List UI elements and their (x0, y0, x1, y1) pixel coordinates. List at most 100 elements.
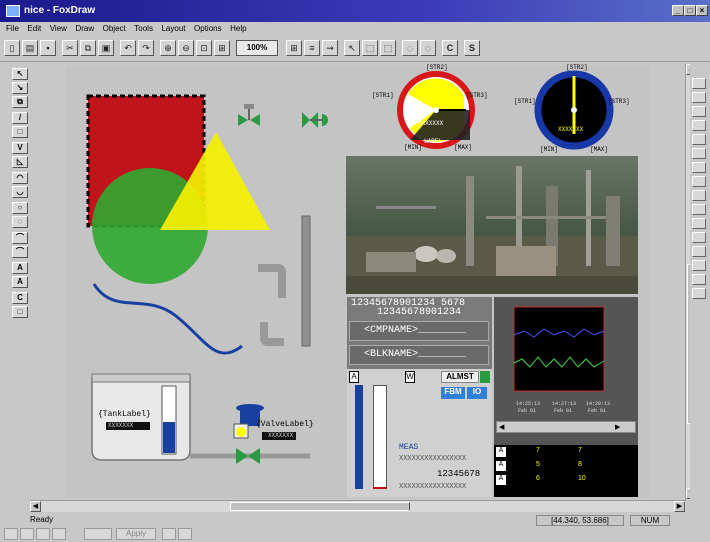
zoom-area-icon[interactable]: ⊡ (196, 40, 212, 56)
right-tool-12[interactable] (692, 232, 706, 243)
arc-tool[interactable]: ⌒ (12, 232, 28, 244)
select-tool[interactable]: ↖ (12, 68, 28, 80)
pipe-elbow-1[interactable] (258, 264, 286, 298)
menu-layout[interactable]: Layout (161, 22, 185, 36)
value-table[interactable]: A 7 7 A 5 8 A 6 10 (494, 445, 638, 497)
copy-icon[interactable]: ⧉ (80, 40, 96, 56)
paste-icon[interactable]: ▣ (98, 40, 114, 56)
bottom-tool-3[interactable] (36, 528, 50, 540)
menu-object[interactable]: Object (103, 22, 126, 36)
s-button[interactable]: S (464, 40, 480, 56)
right-tool-9[interactable] (692, 190, 706, 201)
control-valve-icon[interactable] (302, 112, 328, 128)
reshape-tool[interactable]: ↘ (12, 82, 28, 94)
text-tool[interactable]: A (12, 262, 28, 274)
cmpname-field[interactable]: <CMPNAME>________ (349, 321, 489, 341)
zoom-out-icon[interactable]: ⊖ (178, 40, 194, 56)
right-tool-13[interactable] (692, 246, 706, 257)
scroll-left-arrow-icon[interactable]: ◀ (30, 501, 41, 512)
right-tool-1[interactable] (692, 78, 706, 89)
ellipse-tool[interactable]: ○ (12, 202, 28, 214)
scroll-right-arrow-icon[interactable]: ▶ (674, 501, 685, 512)
menu-tools[interactable]: Tools (134, 22, 153, 36)
bottom-field[interactable] (84, 528, 112, 540)
char-tool[interactable]: C (12, 292, 28, 304)
gate-valve-icon[interactable] (238, 104, 260, 126)
io-button[interactable]: IO (467, 387, 487, 399)
bottom-tool-5[interactable] (162, 528, 176, 540)
bottom-tool-2[interactable] (20, 528, 34, 540)
connect-icon[interactable]: ⇝ (322, 40, 338, 56)
blue-curve[interactable] (92, 283, 243, 355)
right-tool-10[interactable] (692, 204, 706, 215)
horizontal-scrollbar[interactable]: ◀ ▶ (30, 500, 686, 512)
faceplate-panel[interactable]: 12345678901234 5678 12345678901234 <CMPN… (347, 297, 492, 369)
right-tool-8[interactable] (692, 176, 706, 187)
bottom-tool-6[interactable] (178, 528, 192, 540)
right-tool-3[interactable] (692, 106, 706, 117)
right-tool-7[interactable] (692, 162, 706, 173)
right-tool-2[interactable] (692, 92, 706, 103)
right-tool-4[interactable] (692, 120, 706, 131)
menu-file[interactable]: File (6, 22, 19, 36)
right-tool-16[interactable] (692, 288, 706, 299)
table2-row2-a[interactable]: A (496, 461, 506, 471)
undo-icon[interactable]: ↶ (120, 40, 136, 56)
menu-options[interactable]: Options (194, 22, 222, 36)
text-box-tool[interactable]: A (12, 276, 28, 288)
cut-icon[interactable]: ✂ (62, 40, 78, 56)
bottom-tool-1[interactable] (4, 528, 18, 540)
minimize-button[interactable]: _ (672, 5, 684, 16)
align-icon[interactable]: ≡ (304, 40, 320, 56)
table2-row3-a[interactable]: A (496, 475, 506, 485)
right-tool-15[interactable] (692, 274, 706, 285)
select-area-icon[interactable]: ⬚ (362, 40, 378, 56)
bottom-tool-4[interactable] (52, 528, 66, 540)
grid-icon[interactable]: ⊞ (286, 40, 302, 56)
curve-tool[interactable]: ◠ (12, 172, 28, 184)
scroll-right-icon[interactable]: ▶ (615, 423, 625, 431)
c-button[interactable]: C (442, 40, 458, 56)
zoom-level[interactable]: 100% (236, 40, 278, 56)
polygon-tool[interactable]: ◺ (12, 156, 28, 168)
trend-scrollbar[interactable]: ◀ ▶ (496, 421, 636, 433)
closed-curve-tool[interactable]: ◡ (12, 186, 28, 198)
table2-row1-a[interactable]: A (496, 447, 506, 457)
right-tool-6[interactable] (692, 148, 706, 159)
a-box[interactable]: A (349, 371, 359, 383)
w-box[interactable]: W (405, 371, 415, 383)
detail-display[interactable]: A W ALMST FBM IO MEAS XXXXXXXXXXXXXXXX 1… (347, 369, 492, 497)
line-tool[interactable]: / (12, 112, 28, 124)
menu-view[interactable]: View (50, 22, 67, 36)
save-icon[interactable]: ▪ (40, 40, 56, 56)
frame-tool[interactable]: □ (12, 306, 28, 318)
right-tool-5[interactable] (692, 134, 706, 145)
close-button[interactable]: × (696, 5, 708, 16)
blkname-field[interactable]: <BLKNAME>________ (349, 345, 489, 365)
scroll-left-icon[interactable]: ◀ (499, 423, 509, 431)
zoom-in-icon[interactable]: ⊕ (160, 40, 176, 56)
disabled-tool2-icon[interactable]: ◇ (420, 40, 436, 56)
circle-tool[interactable]: ◌ (12, 216, 28, 228)
zoom-fit-icon[interactable]: ⊞ (214, 40, 230, 56)
trend-display[interactable]: 14:25:13 14:27:13 14:29:13 Feb 01 Feb 01… (494, 297, 638, 445)
group-tool[interactable]: ⧉ (12, 96, 28, 108)
open-file-icon[interactable]: ▤ (22, 40, 38, 56)
menu-draw[interactable]: Draw (75, 22, 94, 36)
new-file-icon[interactable]: ▯ (4, 40, 20, 56)
apply-button[interactable]: Apply (116, 528, 156, 540)
menu-edit[interactable]: Edit (27, 22, 41, 36)
vertical-pipe[interactable] (301, 215, 311, 347)
fbm-button[interactable]: FBM (441, 387, 465, 399)
valve-assembly[interactable] (190, 402, 320, 468)
pie-tool[interactable]: ⌒ (12, 246, 28, 258)
maximize-button[interactable]: □ (684, 5, 696, 16)
pipe-elbow-2[interactable] (260, 322, 284, 346)
plant-photo[interactable] (346, 156, 638, 294)
select-objects-icon[interactable]: ⬚ (380, 40, 396, 56)
right-tool-14[interactable] (692, 260, 706, 271)
gauge-blue[interactable] (510, 66, 620, 156)
disabled-tool-icon[interactable]: ◇ (402, 40, 418, 56)
right-tool-11[interactable] (692, 218, 706, 229)
rectangle-tool[interactable]: □ (12, 126, 28, 138)
